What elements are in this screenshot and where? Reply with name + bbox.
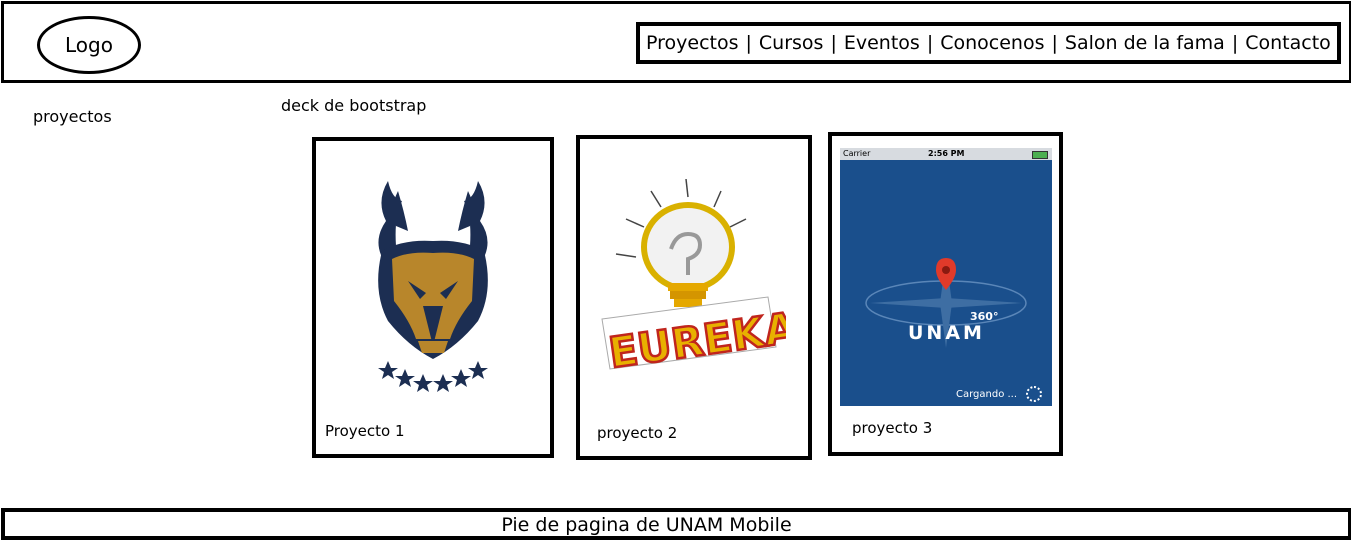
nav-item-eventos[interactable]: Eventos (844, 32, 920, 54)
carrier-label: Carrier (843, 149, 871, 158)
nav-item-cursos[interactable]: Cursos (759, 32, 824, 54)
project-card-3[interactable]: Carrier 2:56 PM 360° UNAM Cargando ... p… (828, 132, 1063, 456)
footer: Pie de pagina de UNAM Mobile (1, 508, 1351, 540)
nav-separator: | (1231, 32, 1239, 54)
nav-item-proyectos[interactable]: Proyectos (646, 32, 739, 54)
spinner-icon (1026, 386, 1042, 402)
app-title: UNAM (908, 322, 985, 344)
logo-label: Logo (65, 33, 113, 57)
nav-separator: | (1051, 32, 1058, 54)
nav-separator: | (830, 32, 837, 54)
nav-item-salon-de-la-fama[interactable]: Salon de la fama (1065, 32, 1225, 54)
battery-icon (1032, 151, 1048, 159)
loading-text: Cargando ... (956, 389, 1018, 400)
card-caption: Proyecto 1 (325, 422, 405, 440)
project-card-2[interactable]: EUREKA proyecto 2 (576, 135, 812, 460)
nav-item-contacto[interactable]: Contacto (1245, 32, 1331, 54)
nav-separator: | (926, 32, 934, 54)
eureka-lightbulb-icon: EUREKA (601, 179, 786, 379)
sidebar-label: proyectos (33, 107, 112, 126)
nav-item-conocenos[interactable]: Conocenos (940, 32, 1044, 54)
pumas-logo-icon (378, 181, 488, 392)
phone-status-bar: Carrier 2:56 PM (840, 148, 1052, 160)
footer-text: Pie de pagina de UNAM Mobile (501, 514, 792, 536)
card-caption: proyecto 3 (852, 419, 933, 437)
unam-360-app-screenshot: Carrier 2:56 PM 360° UNAM Cargando ... (840, 148, 1052, 406)
project-card-1[interactable]: Proyecto 1 (312, 137, 554, 458)
logo[interactable]: Logo (37, 16, 141, 74)
compass-icon (865, 258, 1027, 348)
time-label: 2:56 PM (928, 149, 965, 158)
header: Logo Proyectos | Cursos | Eventos | Cono… (1, 1, 1351, 83)
deck-label: deck de bootstrap (281, 96, 427, 115)
nav-separator: | (745, 32, 752, 54)
card-caption: proyecto 2 (597, 424, 678, 442)
nav-bar: Proyectos | Cursos | Eventos | Conocenos… (636, 22, 1341, 64)
